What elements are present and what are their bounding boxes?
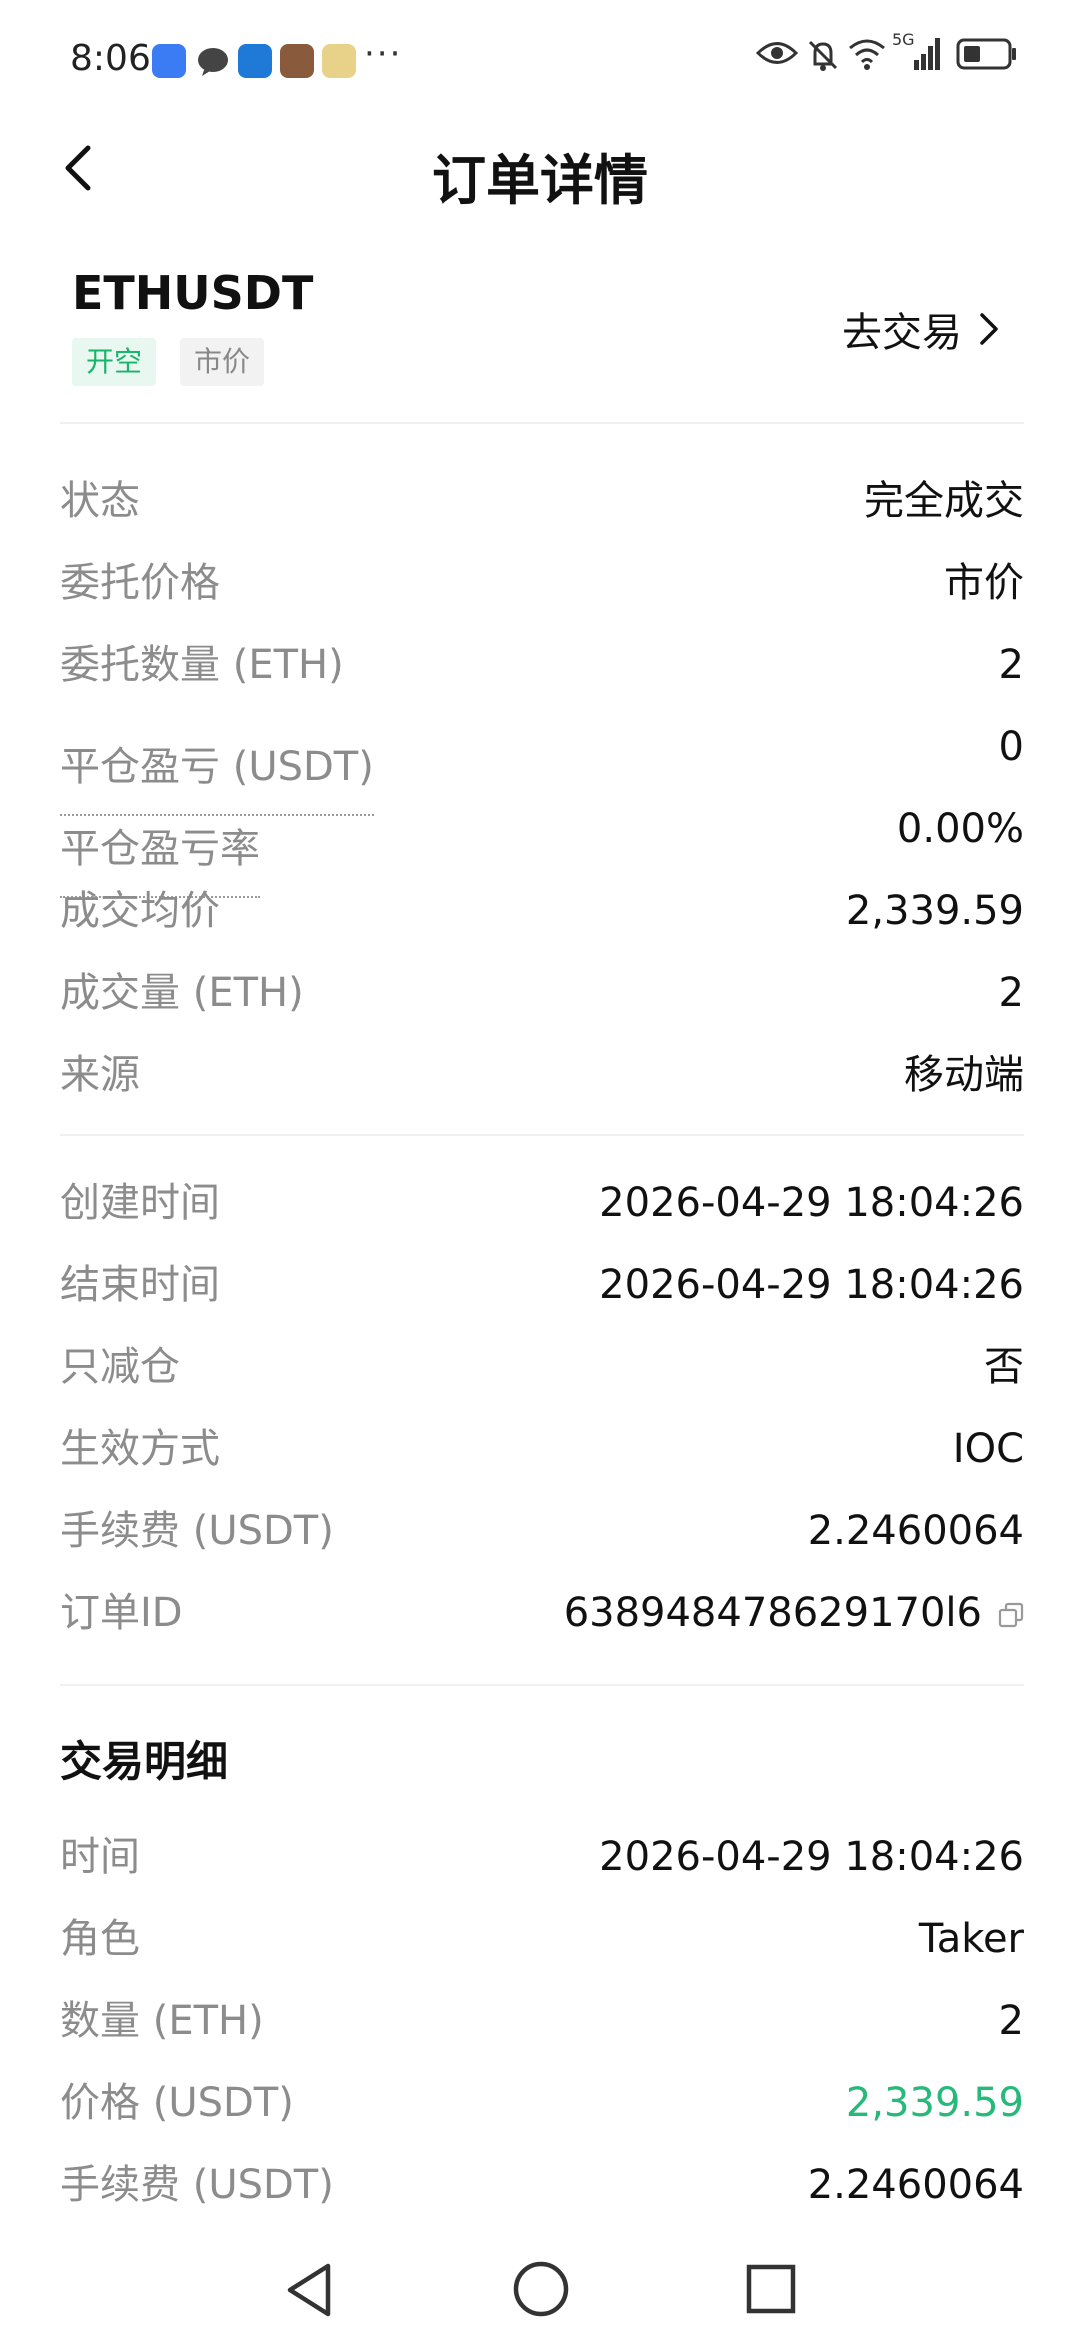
trade-row-fee: 手续费 (USDT) 2.2460064 <box>60 2144 1024 2226</box>
detail-row-close-pnl[interactable]: 平仓盈亏 (USDT) 0 <box>60 706 1024 816</box>
detail-label: 手续费 (USDT) <box>60 1508 334 1554</box>
detail-label: 手续费 (USDT) <box>60 2162 334 2208</box>
detail-label: 价格 (USDT) <box>60 2080 294 2126</box>
meta-row-reduce-only: 只减仓 否 <box>60 1326 1024 1408</box>
meta-row-created-time: 创建时间 2026-04-29 18:04:26 <box>60 1162 1024 1244</box>
detail-row-close-pnl-rate[interactable]: 平仓盈亏率 0.00% <box>60 788 1024 898</box>
wifi-icon <box>848 38 886 74</box>
detail-label: 成交均价 <box>60 888 220 934</box>
trade-row-qty: 数量 (ETH) 2 <box>60 1980 1024 2062</box>
detail-value: IOC <box>952 1426 1024 1472</box>
detail-label: 生效方式 <box>60 1426 220 1472</box>
order-type-tag: 市价 <box>180 338 265 386</box>
detail-row-avg-price: 成交均价 2,339.59 <box>60 870 1024 952</box>
battery-icon <box>956 38 1018 74</box>
detail-label: 成交量 (ETH) <box>60 970 304 1016</box>
detail-row-order-qty: 委托数量 (ETH) 2 <box>60 624 1024 706</box>
detail-value: 完全成交 <box>864 478 1024 524</box>
trade-price-value: 2,339.59 <box>845 2080 1024 2126</box>
detail-value: 2,339.59 <box>845 888 1024 934</box>
detail-value: 否 <box>984 1344 1024 1390</box>
eye-icon <box>755 38 799 72</box>
system-nav-bar <box>0 2240 1080 2340</box>
detail-label: 数量 (ETH) <box>60 1998 264 2044</box>
detail-value: 2 <box>998 1998 1024 2044</box>
detail-label: 创建时间 <box>60 1180 220 1226</box>
go-trade-link[interactable]: 去交易 <box>842 300 1000 358</box>
status-time: 8:06 <box>70 38 151 79</box>
detail-value: 2026-04-29 18:04:26 <box>599 1834 1024 1880</box>
divider <box>60 1134 1024 1136</box>
meta-row-end-time: 结束时间 2026-04-29 18:04:26 <box>60 1244 1024 1326</box>
detail-label: 只减仓 <box>60 1344 180 1390</box>
go-trade-label: 去交易 <box>842 310 962 356</box>
detail-value: 市价 <box>944 560 1024 606</box>
nav-back-icon[interactable] <box>282 2260 338 2320</box>
signal-5g-icon: 5G <box>892 30 942 78</box>
detail-value: 2 <box>998 970 1024 1016</box>
trade-row-time: 时间 2026-04-29 18:04:26 <box>60 1816 1024 1898</box>
meta-row-time-in-force: 生效方式 IOC <box>60 1408 1024 1490</box>
chevron-right-icon <box>980 313 998 345</box>
order-id-text: 638948478629170l6 <box>563 1590 982 1636</box>
detail-value: 2 <box>998 642 1024 688</box>
detail-label: 订单ID <box>60 1590 183 1636</box>
avatar-notification-icon <box>322 44 356 78</box>
trade-row-role: 角色 Taker <box>60 1898 1024 1980</box>
side-tag: 开空 <box>72 338 157 386</box>
detail-row-status: 状态 完全成交 <box>60 460 1024 542</box>
nav-recents-icon[interactable] <box>744 2262 798 2316</box>
photo-notification-icon <box>280 44 314 78</box>
detail-label: 角色 <box>60 1916 140 1962</box>
detail-label: 时间 <box>60 1834 140 1880</box>
detail-value: 2.2460064 <box>807 2162 1024 2208</box>
trade-row-price: 价格 (USDT) 2,339.59 <box>60 2062 1024 2144</box>
meta-row-order-id: 订单ID 638948478629170l6 <box>60 1572 1024 1654</box>
detail-value: 2026-04-29 18:04:26 <box>599 1262 1024 1308</box>
meta-row-fee: 手续费 (USDT) 2.2460064 <box>60 1490 1024 1572</box>
detail-label: 来源 <box>60 1052 140 1098</box>
detail-value: 2.2460064 <box>807 1508 1024 1554</box>
detail-row-order-price: 委托价格 市价 <box>60 542 1024 624</box>
symbol-name: ETHUSDT <box>72 266 314 320</box>
divider <box>60 422 1024 424</box>
detail-row-filled-qty: 成交量 (ETH) 2 <box>60 952 1024 1034</box>
detail-label: 状态 <box>60 478 140 524</box>
detail-value: 2026-04-29 18:04:26 <box>599 1180 1024 1226</box>
order-id-value[interactable]: 638948478629170l6 <box>564 1572 1024 1654</box>
detail-value: Taker <box>918 1916 1024 1962</box>
detail-value: 移动端 <box>904 1052 1024 1098</box>
chat-notification-icon <box>196 44 230 78</box>
copy-icon[interactable] <box>998 1602 1024 1628</box>
page-title: 订单详情 <box>432 149 648 212</box>
nav-home-icon[interactable] <box>512 2260 570 2318</box>
detail-label: 委托价格 <box>60 560 220 606</box>
network-type-label: 5G <box>892 30 915 49</box>
detail-label: 结束时间 <box>60 1262 220 1308</box>
detail-value: 0.00% <box>896 806 1024 852</box>
divider <box>60 1684 1024 1686</box>
detail-value: 0 <box>998 724 1024 770</box>
status-bar: 8:06 ··· 5G <box>0 0 1080 120</box>
more-notifications-icon: ··· <box>364 34 403 74</box>
detail-label: 委托数量 (ETH) <box>60 642 344 688</box>
trade-details-title: 交易明细 <box>60 1737 229 1786</box>
outlook-notification-icon <box>238 44 272 78</box>
app-notification-icon <box>152 44 186 78</box>
detail-row-source: 来源 移动端 <box>60 1034 1024 1116</box>
mute-bell-icon <box>806 38 840 76</box>
